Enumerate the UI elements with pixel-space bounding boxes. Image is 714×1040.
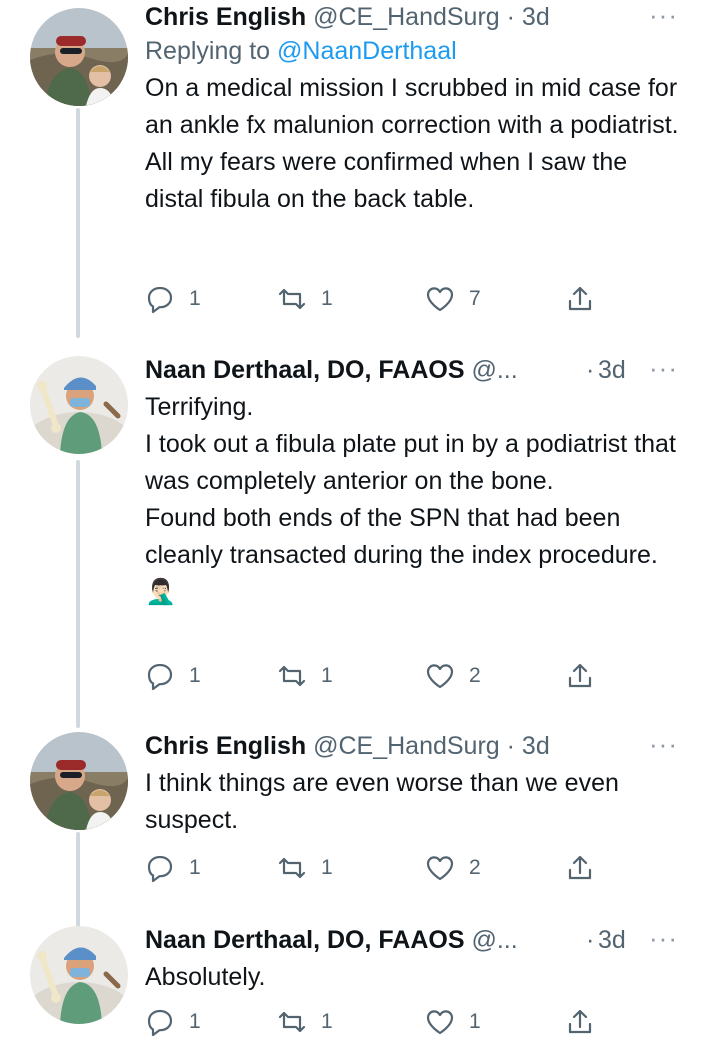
like-count: 7 <box>469 287 481 310</box>
heart-icon <box>426 664 454 689</box>
author-handle[interactable]: @CE_HandSurg <box>313 732 500 760</box>
tweet-header: Chris English @CE_HandSurg · 3d ··· <box>145 0 690 34</box>
tweet-actions: 1 1 2 <box>145 658 615 694</box>
share-icon <box>568 855 592 880</box>
separator: · <box>506 3 515 31</box>
thread-line <box>76 460 80 728</box>
tweet-header: Naan Derthaal, DO, FAAOS @... · 3d ··· <box>145 353 690 387</box>
like-count: 2 <box>469 664 481 687</box>
retweet-button[interactable]: 1 <box>277 281 333 317</box>
thread-line <box>76 108 80 338</box>
replying-to: Replying to @NaanDerthaal <box>145 34 690 68</box>
reply-button[interactable]: 1 <box>145 1004 201 1040</box>
reply-button[interactable]: 1 <box>145 850 201 886</box>
reply-count: 1 <box>189 1010 201 1033</box>
tweet[interactable]: Chris English @CE_HandSurg · 3d ··· I th… <box>145 729 690 839</box>
reply-icon <box>147 855 173 883</box>
author-name[interactable]: Chris English <box>145 732 306 760</box>
tweet-actions: 1 1 2 <box>145 850 615 886</box>
timestamp[interactable]: 3d <box>522 3 550 31</box>
share-icon <box>568 286 592 311</box>
tweet-actions: 1 1 7 <box>145 281 615 317</box>
reply-count: 1 <box>189 287 201 310</box>
more-options-icon[interactable]: ··· <box>649 727 678 761</box>
share-icon <box>568 1009 592 1034</box>
share-icon <box>568 663 592 688</box>
reply-icon <box>147 286 173 314</box>
reply-count: 1 <box>189 664 201 687</box>
tweet[interactable]: Naan Derthaal, DO, FAAOS @... · 3d ··· T… <box>145 353 690 611</box>
separator: · <box>506 732 515 760</box>
like-button[interactable]: 1 <box>425 1004 481 1040</box>
retweet-icon <box>278 857 306 879</box>
avatar[interactable] <box>30 356 128 454</box>
avatar[interactable] <box>30 732 128 830</box>
like-button[interactable]: 7 <box>425 281 481 317</box>
tweet-text-line: I took out a fibula plate put in by a po… <box>145 430 676 495</box>
avatar[interactable] <box>30 8 128 106</box>
reply-icon <box>147 1009 173 1037</box>
heart-icon <box>426 287 454 312</box>
separator: · <box>586 356 595 384</box>
like-button[interactable]: 2 <box>425 850 481 886</box>
tweet-text-line: On a medical mission I scrubbed in mid c… <box>145 74 679 213</box>
author-name[interactable]: Chris English <box>145 3 306 31</box>
retweet-count: 1 <box>321 664 333 687</box>
author-handle[interactable]: @... <box>471 926 517 954</box>
heart-icon <box>426 856 454 881</box>
replying-to-label: Replying to <box>145 37 271 65</box>
tweet-text: Absolutely. <box>145 959 645 996</box>
timestamp[interactable]: 3d <box>598 353 626 387</box>
author-name[interactable]: Naan Derthaal, DO, FAAOS <box>145 926 465 954</box>
timestamp[interactable]: 3d <box>598 923 626 957</box>
reply-button[interactable]: 1 <box>145 658 201 694</box>
retweet-count: 1 <box>321 1010 333 1033</box>
reply-icon <box>147 663 173 691</box>
share-button[interactable] <box>565 850 595 886</box>
author-name[interactable]: Naan Derthaal, DO, FAAOS <box>145 356 465 384</box>
retweet-count: 1 <box>321 287 333 310</box>
tweet-header: Naan Derthaal, DO, FAAOS @... · 3d ··· <box>145 923 690 957</box>
avatar[interactable] <box>30 926 128 1024</box>
retweet-icon <box>278 665 306 687</box>
author-handle[interactable]: @CE_HandSurg <box>313 3 500 31</box>
more-options-icon[interactable]: ··· <box>649 921 678 955</box>
tweet-text-line: I think things are even worse than we ev… <box>145 769 619 834</box>
share-button[interactable] <box>565 281 595 317</box>
retweet-count: 1 <box>321 856 333 879</box>
retweet-button[interactable]: 1 <box>277 658 333 694</box>
tweet-header: Chris English @CE_HandSurg · 3d ··· <box>145 729 690 763</box>
tweet-text-line: Found both ends of the SPN that had been… <box>145 504 658 606</box>
tweet-text: Terrifying. I took out a fibula plate pu… <box>145 389 685 611</box>
tweet[interactable]: Naan Derthaal, DO, FAAOS @... · 3d ··· A… <box>145 923 690 996</box>
more-options-icon[interactable]: ··· <box>649 0 678 32</box>
like-count: 1 <box>469 1010 481 1033</box>
thread-line <box>76 832 80 928</box>
tweet-text-line: Absolutely. <box>145 963 266 991</box>
retweet-icon <box>278 1011 306 1033</box>
retweet-button[interactable]: 1 <box>277 1004 333 1040</box>
separator: · <box>586 926 595 954</box>
like-count: 2 <box>469 856 481 879</box>
reply-button[interactable]: 1 <box>145 281 201 317</box>
retweet-icon <box>278 288 306 310</box>
tweet-text: On a medical mission I scrubbed in mid c… <box>145 70 685 218</box>
timestamp[interactable]: 3d <box>522 732 550 760</box>
tweet-actions: 1 1 1 <box>145 1004 615 1040</box>
author-handle[interactable]: @... <box>471 356 517 384</box>
tweet[interactable]: Chris English @CE_HandSurg · 3d ··· Repl… <box>145 0 690 218</box>
reply-count: 1 <box>189 856 201 879</box>
mention-link[interactable]: @NaanDerthaal <box>277 37 457 65</box>
more-options-icon[interactable]: ··· <box>649 351 678 385</box>
tweet-text-line: Terrifying. <box>145 393 254 421</box>
retweet-button[interactable]: 1 <box>277 850 333 886</box>
like-button[interactable]: 2 <box>425 658 481 694</box>
heart-icon <box>426 1010 454 1035</box>
share-button[interactable] <box>565 1004 595 1040</box>
tweet-text: I think things are even worse than we ev… <box>145 765 645 839</box>
share-button[interactable] <box>565 658 595 694</box>
